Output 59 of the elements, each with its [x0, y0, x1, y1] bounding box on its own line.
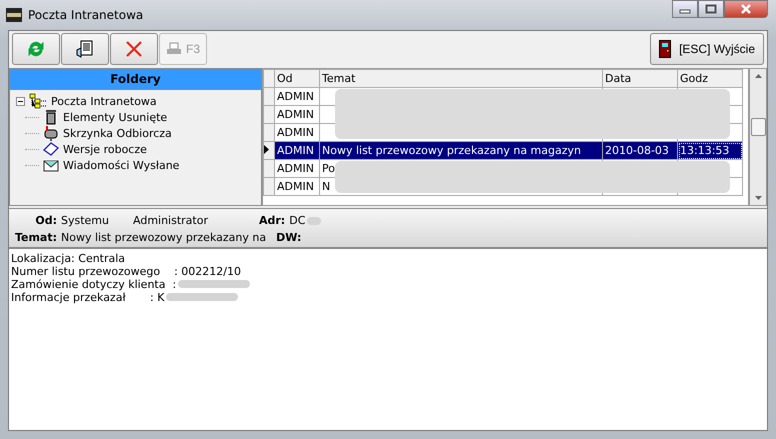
door-icon [659, 40, 672, 58]
tree-item[interactable]: Wersje robocze [63, 142, 147, 156]
column-header[interactable]: Data [602, 70, 678, 88]
message-line: Numer listu przewozowego : 002212/10 [11, 265, 241, 278]
field-label: Temat: [14, 231, 57, 244]
field-label: Adr: [259, 214, 286, 227]
scroll-down-icon [754, 196, 762, 200]
table-cell: N [322, 180, 330, 193]
field-value: Nowy list przewozowy przekazany na [61, 231, 266, 244]
tree-item[interactable]: Skrzynka Odbiorcza [63, 126, 172, 140]
refresh-icon [27, 40, 45, 58]
maximize-button[interactable] [698, 0, 724, 18]
field-label: Od: [34, 214, 57, 227]
mailbox-icon [43, 125, 59, 141]
close-button[interactable] [724, 0, 768, 18]
trash-can-icon [43, 109, 59, 125]
printer-icon [166, 42, 182, 56]
message-line: Informacje przekazał : K [11, 291, 238, 304]
column-header[interactable]: Temat [320, 70, 602, 88]
table-cell: Nowy list przewozowy przekazany na magazyn [322, 144, 581, 157]
message-line: Zamówienie dotyczy klienta : [11, 278, 250, 291]
tree-item[interactable]: Elementy Usunięte [63, 110, 168, 124]
tree-item[interactable]: Poczta Intranetowa [51, 94, 157, 108]
folder-tree-icon [29, 93, 47, 109]
table-cell: Po [322, 162, 335, 175]
tree-item[interactable]: Wiadomości Wysłane [63, 158, 180, 172]
table-cell: 13:13:53 [680, 144, 730, 157]
table-cell: ADMIN [277, 126, 314, 139]
table-cell: ADMIN [277, 162, 314, 175]
column-header[interactable]: Godz [678, 70, 742, 88]
close-icon [740, 4, 752, 14]
folder-panel-header: Foldery [10, 69, 261, 90]
field-value: Administrator [133, 214, 209, 227]
collapse-toggle[interactable] [16, 96, 25, 106]
column-header[interactable]: Od [274, 70, 320, 88]
notebook-icon [43, 141, 59, 157]
table-cell: ADMIN [277, 144, 314, 157]
vertical-scrollbar[interactable] [749, 68, 767, 206]
exit-button[interactable]: [ESC] Wyjście [650, 33, 764, 65]
delete-button[interactable] [110, 33, 158, 65]
app-logo-icon [6, 8, 22, 22]
redaction-block [307, 216, 322, 224]
table-cell: ADMIN [277, 180, 314, 193]
field-value: DC [289, 214, 306, 227]
table-cell: ADMIN [277, 108, 314, 121]
field-value: Systemu [61, 214, 110, 227]
document-button[interactable] [61, 33, 109, 65]
delete-icon [125, 40, 143, 58]
field-label: DW: [276, 231, 302, 244]
table-cell: 2010-08-03 [605, 144, 669, 157]
scroll-thumb[interactable] [750, 118, 766, 136]
current-row-icon [264, 145, 269, 154]
document-icon [76, 40, 94, 58]
window-title: Poczta Intranetowa [28, 8, 144, 22]
minimize-button[interactable] [672, 0, 698, 18]
maximize-icon [705, 4, 717, 14]
message-line: Lokalizacja: Centrala [11, 252, 126, 265]
scroll-up-icon [754, 74, 762, 78]
table-cell: ADMIN [277, 90, 314, 103]
